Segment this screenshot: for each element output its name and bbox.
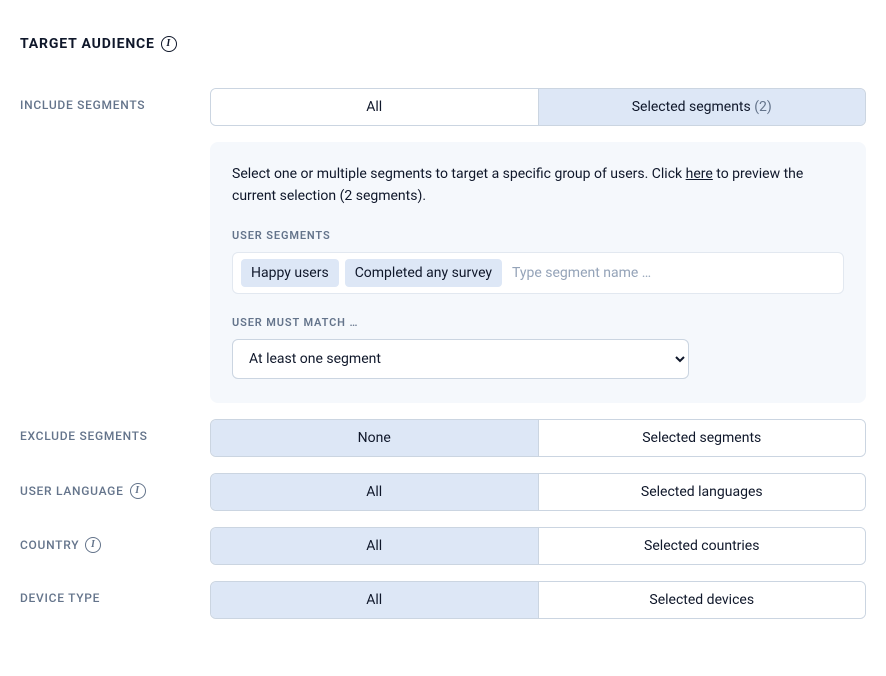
exclude-segments-selected-button[interactable]: Selected segments: [538, 420, 866, 456]
preview-link[interactable]: here: [686, 166, 713, 182]
panel-description: Select one or multiple segments to targe…: [232, 164, 844, 207]
row-label-country: COUNTRY i: [20, 527, 210, 553]
exclude-segments-none-label: None: [358, 430, 391, 446]
row-body-exclude-segments: None Selected segments: [210, 419, 866, 457]
row-body-country: All Selected countries: [210, 527, 866, 565]
include-segments-all-button[interactable]: All: [211, 89, 538, 125]
match-select[interactable]: At least one segment: [232, 339, 689, 379]
country-selected-button[interactable]: Selected countries: [538, 528, 866, 564]
row-country: COUNTRY i All Selected countries: [20, 527, 866, 565]
segments-chips-input[interactable]: Happy users Completed any survey: [232, 252, 844, 294]
include-segments-all-label: All: [366, 99, 382, 115]
user-language-selected-button[interactable]: Selected languages: [538, 474, 866, 510]
country-all-button[interactable]: All: [211, 528, 538, 564]
user-language-label-text: USER LANGUAGE: [20, 484, 124, 498]
panel-desc-before: Select one or multiple segments to targe…: [232, 166, 686, 182]
row-label-user-language: USER LANGUAGE i: [20, 473, 210, 499]
country-all-label: All: [366, 538, 382, 554]
segment-search-input[interactable]: [508, 259, 835, 287]
device-type-selected-label: Selected devices: [649, 592, 754, 608]
section-title-text: TARGET AUDIENCE: [20, 36, 155, 52]
include-segments-selected-count: (2): [754, 99, 772, 115]
country-toggle: All Selected countries: [210, 527, 866, 565]
segment-chip[interactable]: Happy users: [241, 259, 339, 287]
row-include-segments: INCLUDE SEGMENTS All Selected segments (…: [20, 88, 866, 403]
exclude-segments-selected-label: Selected segments: [642, 430, 761, 446]
include-segments-selected-button[interactable]: Selected segments (2): [538, 89, 866, 125]
user-language-all-button[interactable]: All: [211, 474, 538, 510]
country-label-text: COUNTRY: [20, 538, 79, 552]
segment-chip[interactable]: Completed any survey: [345, 259, 502, 287]
include-segments-selected-label: Selected segments: [632, 99, 751, 115]
match-select-wrap: At least one segment: [232, 339, 689, 379]
row-body-device-type: All Selected devices: [210, 581, 866, 619]
country-selected-label: Selected countries: [644, 538, 759, 554]
exclude-segments-label-text: EXCLUDE SEGMENTS: [20, 429, 148, 443]
row-body-include-segments: All Selected segments (2) Select one or …: [210, 88, 866, 403]
device-type-all-label: All: [366, 592, 382, 608]
user-segments-sublabel: USER SEGMENTS: [232, 229, 844, 242]
row-exclude-segments: EXCLUDE SEGMENTS None Selected segments: [20, 419, 866, 457]
exclude-segments-none-button[interactable]: None: [211, 420, 538, 456]
info-icon[interactable]: i: [130, 483, 146, 499]
exclude-segments-toggle: None Selected segments: [210, 419, 866, 457]
info-icon[interactable]: i: [85, 537, 101, 553]
row-label-device-type: DEVICE TYPE: [20, 581, 210, 605]
user-language-toggle: All Selected languages: [210, 473, 866, 511]
section-title: TARGET AUDIENCE i: [20, 36, 866, 52]
user-must-match-sublabel: USER MUST MATCH …: [232, 316, 844, 329]
row-device-type: DEVICE TYPE All Selected devices: [20, 581, 866, 619]
row-label-exclude-segments: EXCLUDE SEGMENTS: [20, 419, 210, 443]
include-segments-panel: Select one or multiple segments to targe…: [210, 142, 866, 403]
user-language-selected-label: Selected languages: [641, 484, 763, 500]
row-user-language: USER LANGUAGE i All Selected languages: [20, 473, 866, 511]
device-type-selected-button[interactable]: Selected devices: [538, 582, 866, 618]
row-body-user-language: All Selected languages: [210, 473, 866, 511]
device-type-toggle: All Selected devices: [210, 581, 866, 619]
info-icon[interactable]: i: [161, 36, 177, 52]
device-type-label-text: DEVICE TYPE: [20, 591, 100, 605]
device-type-all-button[interactable]: All: [211, 582, 538, 618]
include-segments-label-text: INCLUDE SEGMENTS: [20, 98, 145, 112]
include-segments-toggle: All Selected segments (2): [210, 88, 866, 126]
user-language-all-label: All: [366, 484, 382, 500]
row-label-include-segments: INCLUDE SEGMENTS: [20, 88, 210, 112]
